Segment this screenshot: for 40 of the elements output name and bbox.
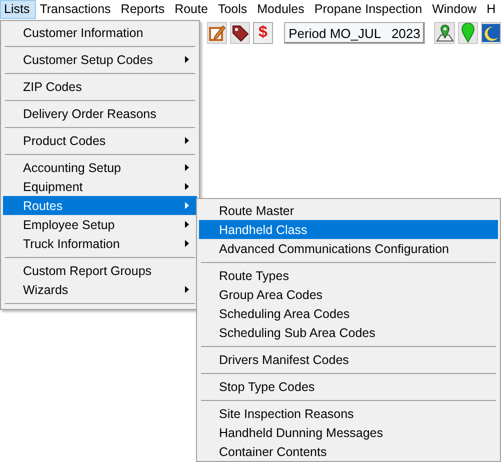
menu-item[interactable]: Product Codes [3, 131, 197, 150]
menu-item[interactable]: Drivers Manifest Codes [199, 350, 498, 369]
menu-bar-item[interactable]: Tools [214, 0, 254, 19]
dollar-button[interactable]: $ [253, 22, 273, 44]
menu-item[interactable]: Delivery Order Reasons [3, 104, 197, 123]
menu-item[interactable]: Accounting Setup [3, 158, 197, 177]
menu-item[interactable]: Handheld Class [199, 220, 498, 239]
menu-bar-item[interactable]: Modules [253, 0, 310, 19]
menu-item[interactable]: Route Types [199, 266, 498, 285]
menu-bar-item[interactable]: Reports [116, 0, 171, 19]
menu-bar-item[interactable]: Lists [0, 0, 36, 19]
menu-item[interactable]: Custom Report Groups [3, 261, 197, 280]
menu-bar-item[interactable]: H [482, 0, 497, 19]
location-pin-icon[interactable] [458, 23, 477, 43]
menu-item[interactable]: Truck Information [3, 234, 197, 253]
menu-item[interactable]: Handheld Dunning Messages [199, 423, 498, 442]
menu-item[interactable]: Scheduling Area Codes [199, 304, 498, 323]
tag-icon[interactable] [231, 23, 250, 43]
menu-bar-item[interactable]: Window [428, 0, 483, 19]
menu-bar-item[interactable]: Propane Inspection [310, 0, 428, 19]
menu-item[interactable]: Stop Type Codes [199, 377, 498, 396]
menu-item[interactable]: Container Contents [199, 442, 498, 461]
menu-item[interactable]: Scheduling Sub Area Codes [199, 323, 498, 342]
menu-item[interactable]: Site Inspection Reasons [199, 404, 498, 423]
menu-item[interactable]: Customer Information [3, 23, 197, 42]
edit-icon[interactable] [208, 23, 226, 43]
menu-bar-item[interactable]: Transactions [36, 0, 117, 19]
menu-item[interactable]: Route Master [199, 201, 498, 220]
menu-item[interactable]: Routes [3, 196, 197, 215]
moon-icon[interactable] [482, 23, 500, 43]
map-pin-icon[interactable] [436, 23, 454, 43]
menu-item[interactable]: Advanced Communications Configuration [199, 239, 498, 258]
menu-bar-item[interactable]: Route [170, 0, 214, 19]
menu-item[interactable]: Employee Setup [3, 215, 197, 234]
menu-item[interactable]: Wizards [3, 280, 197, 299]
menu-item[interactable]: Equipment [3, 177, 197, 196]
period-button[interactable]: Period MO_JUL 2023 [284, 22, 426, 44]
menu-item[interactable]: ZIP Codes [3, 77, 197, 96]
menu-item[interactable]: Group Area Codes [199, 285, 498, 304]
menu-item[interactable]: Customer Setup Codes [3, 50, 197, 69]
